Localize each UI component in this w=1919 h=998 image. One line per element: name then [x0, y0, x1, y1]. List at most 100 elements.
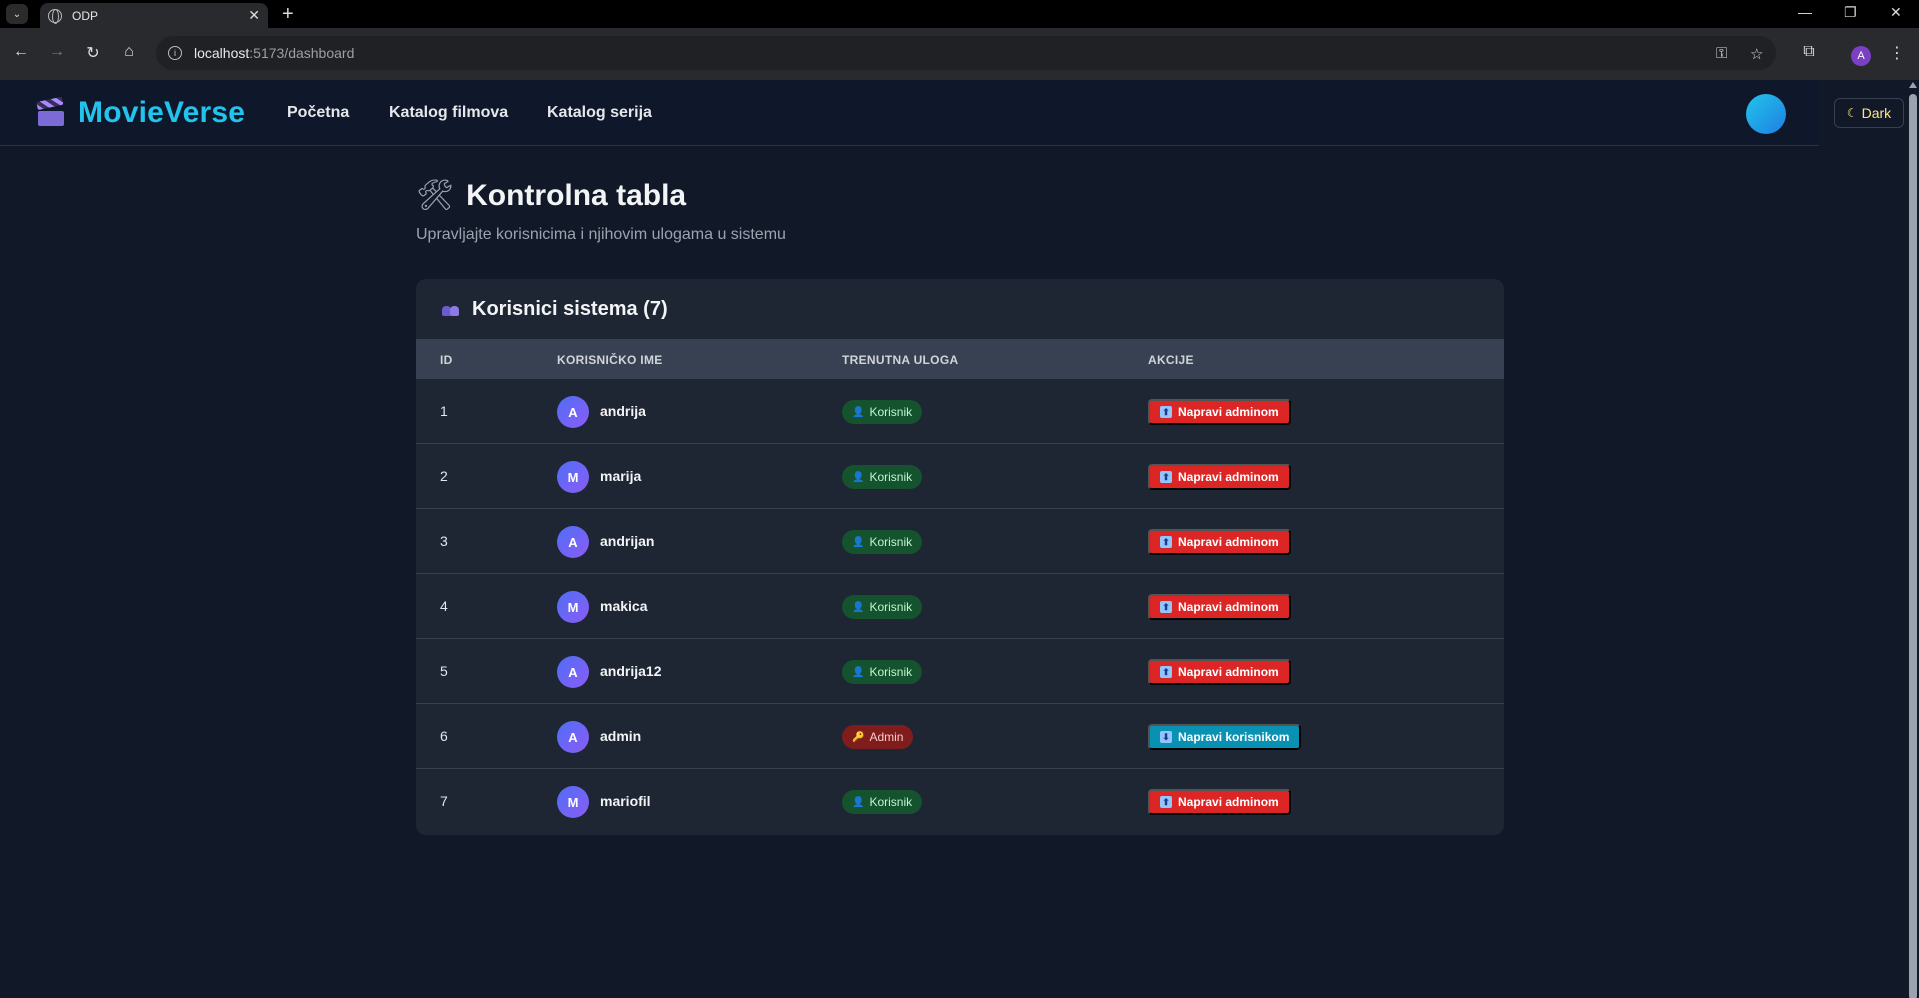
arrow-up-icon: ⬆: [1160, 536, 1172, 548]
arrow-up-icon: ⬆: [1160, 601, 1172, 613]
address-bar[interactable]: i localhost:5173/dashboard ⚿ ☆: [156, 36, 1776, 70]
user-id: 5: [440, 663, 448, 679]
clapperboard-icon: [36, 96, 64, 126]
user-initial-avatar: M: [557, 786, 589, 818]
browser-toolbar: ← → ↻ ⌂ i localhost:5173/dashboard ⚿ ☆ ⧉…: [0, 28, 1919, 80]
role-badge: 👤 Korisnik: [842, 790, 923, 814]
make-admin-button[interactable]: ⬆ Napravi adminom: [1148, 789, 1291, 815]
bookmark-star-icon[interactable]: ☆: [1750, 45, 1763, 63]
role-badge: 👤 Korisnik: [842, 400, 923, 424]
brand-logo[interactable]: MovieVerse: [36, 96, 246, 130]
username: andrijan: [600, 533, 655, 549]
theme-toggle-label: Dark: [1861, 105, 1892, 121]
column-header-username: KORISNIČKO IME: [557, 353, 663, 367]
users-card: Korisnici sistema (7) ID KORISNIČKO IME …: [416, 279, 1504, 835]
page-title-text: Kontrolna tabla: [466, 178, 687, 212]
username: andrija12: [600, 663, 662, 679]
username: mariofil: [600, 793, 651, 809]
browser-menu-icon[interactable]: ⋮: [1886, 43, 1908, 63]
user-initial-avatar: A: [557, 656, 589, 688]
arrow-up-icon: ⬆: [1160, 796, 1172, 808]
user-icon: 👤: [852, 406, 865, 418]
make-user-button[interactable]: ⬇ Napravi korisnikom: [1148, 724, 1302, 750]
nav-series-catalog[interactable]: Katalog serija: [547, 104, 652, 122]
restore-icon[interactable]: ❐: [1844, 4, 1857, 21]
key-icon: 🔑: [852, 731, 865, 743]
moon-icon: ☾: [1846, 106, 1858, 120]
scrollbar-thumb[interactable]: [1909, 94, 1917, 998]
user-id: 4: [440, 598, 448, 614]
back-icon[interactable]: ←: [10, 43, 32, 61]
tab-title: ODP: [72, 8, 99, 23]
user-id: 6: [440, 728, 448, 744]
arrow-up-icon: ⬆: [1160, 666, 1172, 678]
table-row: 1 A andrija 👤 Korisnik ⬆ Napravi adminom: [416, 379, 1504, 444]
table-row: 3 A andrijan 👤 Korisnik ⬆ Napravi adminom: [416, 509, 1504, 574]
scroll-up-icon[interactable]: [1909, 82, 1917, 88]
user-id: 7: [440, 793, 448, 809]
role-badge: 👤 Korisnik: [842, 530, 923, 554]
table-row: 5 A andrija12 👤 Korisnik ⬆ Napravi adminom: [416, 639, 1504, 704]
column-header-actions: AKCIJE: [1148, 353, 1194, 367]
nav-movies-catalog[interactable]: Katalog filmova: [389, 104, 508, 122]
arrow-up-icon: ⬆: [1160, 406, 1172, 418]
make-admin-button[interactable]: ⬆ Napravi adminom: [1148, 659, 1291, 685]
username: andrija: [600, 403, 646, 419]
globe-icon: [48, 8, 62, 24]
user-icon: 👤: [852, 796, 865, 808]
make-admin-button[interactable]: ⬆ Napravi adminom: [1148, 594, 1291, 620]
minimize-icon[interactable]: —: [1798, 4, 1812, 20]
table-header: ID KORISNIČKO IME TRENUTNA ULOGA AKCIJE: [416, 339, 1504, 379]
user-id: 2: [440, 468, 448, 484]
user-icon: 👤: [852, 536, 865, 548]
reload-icon[interactable]: ↻: [82, 43, 104, 63]
page-scrollbar[interactable]: [1906, 80, 1919, 998]
user-initial-avatar: A: [557, 396, 589, 428]
user-initial-avatar: A: [557, 721, 589, 753]
browser-tabstrip: ⌄ ODP ✕ + — ❐ ✕: [0, 0, 1919, 28]
table-row: 2 M marija 👤 Korisnik ⬆ Napravi adminom: [416, 444, 1504, 509]
page-title: 🛠 Kontrolna tabla: [416, 178, 686, 213]
username: makica: [600, 598, 648, 614]
new-tab-icon[interactable]: +: [282, 3, 294, 26]
user-initial-avatar: M: [557, 461, 589, 493]
browser-tab[interactable]: ODP ✕: [40, 3, 268, 28]
users-icon: [442, 301, 462, 317]
role-badge: 👤 Korisnik: [842, 465, 923, 489]
tools-icon: 🛠: [416, 179, 455, 212]
make-admin-button[interactable]: ⬆ Napravi adminom: [1148, 529, 1291, 555]
column-header-id: ID: [440, 353, 453, 367]
brand-name: MovieVerse: [78, 96, 246, 129]
make-admin-button[interactable]: ⬆ Napravi adminom: [1148, 464, 1291, 490]
tab-search-chevron-icon[interactable]: ⌄: [6, 4, 28, 24]
column-header-role: TRENUTNA ULOGA: [842, 353, 959, 367]
arrow-down-icon: ⬇: [1160, 731, 1172, 743]
user-id: 3: [440, 533, 448, 549]
user-id: 1: [440, 403, 448, 419]
arrow-up-icon: ⬆: [1160, 471, 1172, 483]
browser-profile-avatar[interactable]: A: [1851, 46, 1871, 66]
user-initial-avatar: A: [557, 526, 589, 558]
user-icon: 👤: [852, 601, 865, 613]
extensions-icon[interactable]: ⧉: [1798, 43, 1820, 61]
home-icon[interactable]: ⌂: [118, 43, 140, 61]
role-badge: 🔑 Admin: [842, 725, 914, 749]
table-row: 4 M makica 👤 Korisnik ⬆ Napravi adminom: [416, 574, 1504, 639]
theme-toggle-button[interactable]: ☾ Dark: [1834, 98, 1904, 128]
url-text: localhost:5173/dashboard: [194, 45, 355, 61]
password-key-icon[interactable]: ⚿: [1716, 45, 1727, 62]
table-row: 6 A admin 🔑 Admin ⬇ Napravi korisnikom: [416, 704, 1504, 769]
role-badge: 👤 Korisnik: [842, 595, 923, 619]
table-row: 7 M mariofil 👤 Korisnik ⬆ Napravi adminom: [416, 769, 1504, 834]
user-avatar[interactable]: [1746, 94, 1786, 134]
make-admin-button[interactable]: ⬆ Napravi adminom: [1148, 399, 1291, 425]
site-info-icon[interactable]: i: [168, 46, 182, 60]
username: admin: [600, 728, 642, 744]
user-icon: 👤: [852, 666, 865, 678]
nav-home[interactable]: Početna: [287, 104, 349, 122]
users-card-header: Korisnici sistema (7): [416, 279, 1504, 339]
username: marija: [600, 468, 642, 484]
window-close-icon[interactable]: ✕: [1890, 4, 1902, 21]
forward-icon[interactable]: →: [46, 43, 68, 61]
close-tab-icon[interactable]: ✕: [248, 7, 260, 24]
